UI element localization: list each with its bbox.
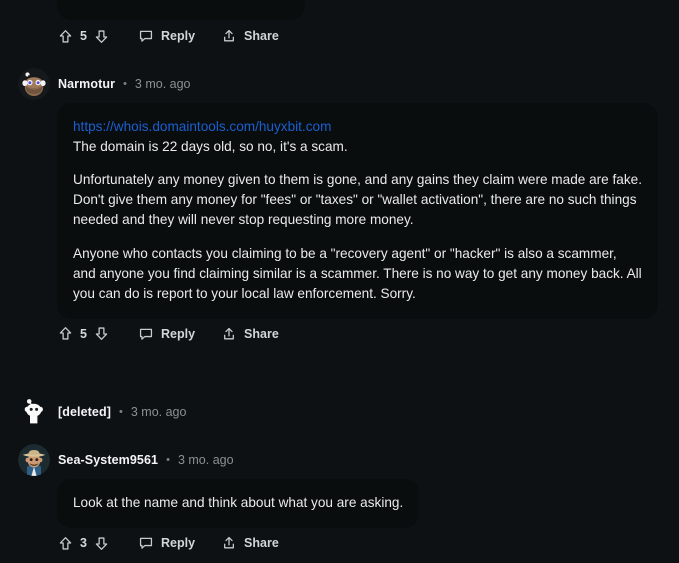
share-label: Share <box>244 29 279 43</box>
domaintools-link[interactable]: https://whois.domaintools.com/huyxbit.co… <box>73 117 331 137</box>
vote-group: 5 <box>55 28 112 45</box>
comment-author[interactable]: Sea-System9561 <box>58 453 158 467</box>
downvote-arrow-icon[interactable] <box>93 535 110 552</box>
comment-deleted: [deleted] • 3 mo. ago <box>0 398 679 426</box>
comment-author: [deleted] <box>58 405 111 419</box>
reply-label: Reply <box>161 29 196 43</box>
reply-button[interactable]: Reply <box>138 28 195 44</box>
vote-score: 3 <box>80 536 87 551</box>
share-label: Share <box>244 536 279 551</box>
upvote-arrow-icon[interactable] <box>57 535 74 552</box>
share-arrow-icon <box>221 535 237 551</box>
share-arrow-icon <box>221 28 237 44</box>
upvote-arrow-icon[interactable] <box>57 28 74 45</box>
cowboy-snoo-avatar[interactable] <box>18 444 50 476</box>
default-snoo-avatar <box>18 396 50 428</box>
speech-bubble-icon <box>138 535 154 551</box>
comment-sea-system: Sea-System9561 • 3 mo. ago Look at the n… <box>0 444 679 558</box>
comment-paragraph: Anyone who contacts you claiming to be a… <box>73 245 642 301</box>
comment-header: Sea-System9561 • 3 mo. ago <box>0 444 679 476</box>
comment-paragraph: Look at the name and think about what yo… <box>73 495 404 510</box>
reply-label: Reply <box>161 326 196 341</box>
comment-actions: 5 Reply Share <box>55 21 279 51</box>
snoo-beard-avatar[interactable] <box>18 68 50 100</box>
vote-group: 3 <box>55 535 112 552</box>
truncated-comment-bubble <box>57 0 305 20</box>
vote-score: 5 <box>80 326 87 341</box>
comment-body: Look at the name and think about what yo… <box>57 479 420 529</box>
comment-timestamp: 3 mo. ago <box>177 453 234 467</box>
share-label: Share <box>244 326 279 341</box>
comment-timestamp: 3 mo. ago <box>134 77 191 91</box>
comment-header: [deleted] • 3 mo. ago <box>0 398 679 426</box>
comment-actions: 3 Reply Share <box>55 528 679 558</box>
separator-dot: • <box>123 77 127 90</box>
comment-paragraph: The domain is 22 days old, so no, it's a… <box>73 139 348 155</box>
reply-label: Reply <box>161 536 196 551</box>
speech-bubble-icon <box>138 28 154 44</box>
comment-narmotur: Narmotur • 3 mo. ago https://whois.domai… <box>0 68 679 349</box>
share-arrow-icon <box>221 326 237 342</box>
vote-group: 5 <box>55 325 112 342</box>
separator-dot: • <box>119 405 123 418</box>
speech-bubble-icon <box>138 326 154 342</box>
comment-header: Narmotur • 3 mo. ago <box>0 68 679 100</box>
upvote-arrow-icon[interactable] <box>57 325 74 342</box>
downvote-arrow-icon[interactable] <box>93 325 110 342</box>
share-button[interactable]: Share <box>221 28 279 44</box>
vote-score: 5 <box>80 29 87 43</box>
comment-timestamp: 3 mo. ago <box>130 405 187 419</box>
separator-dot: • <box>166 453 170 466</box>
reply-button[interactable]: Reply <box>138 326 195 342</box>
share-button[interactable]: Share <box>221 535 279 551</box>
comment-thread: 5 Reply Share Narmotur • 3 mo. ago https… <box>0 0 679 563</box>
comment-paragraph: Unfortunately any money given to them is… <box>73 172 642 228</box>
comment-author[interactable]: Narmotur <box>58 77 115 91</box>
comment-body: https://whois.domaintools.com/huyxbit.co… <box>57 103 658 319</box>
downvote-arrow-icon[interactable] <box>93 28 110 45</box>
share-button[interactable]: Share <box>221 326 279 342</box>
comment-actions: 5 Reply Share <box>55 319 679 349</box>
reply-button[interactable]: Reply <box>138 535 195 551</box>
